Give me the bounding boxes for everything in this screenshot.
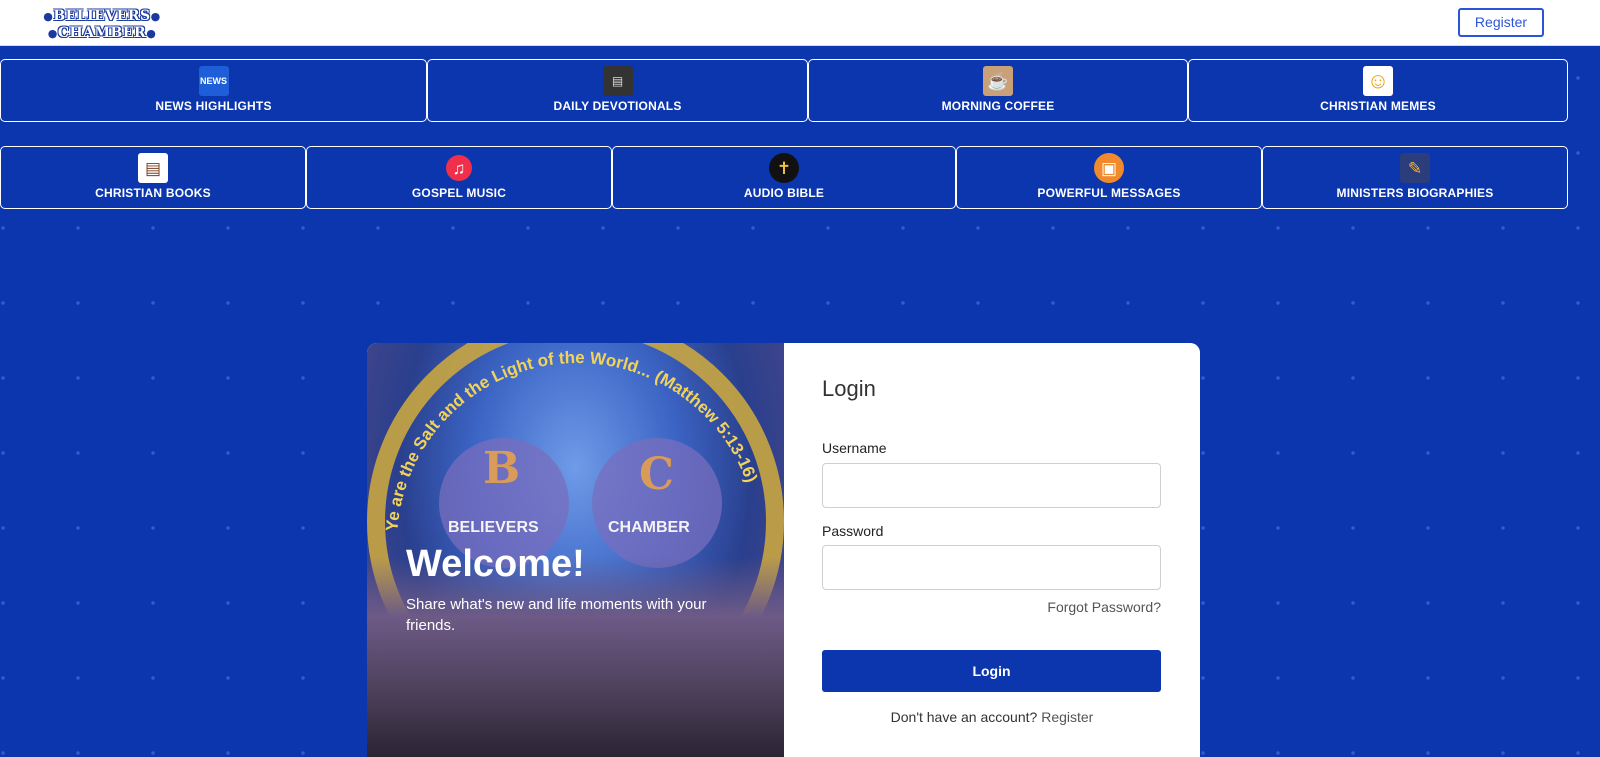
register-link[interactable]: Register	[1041, 709, 1093, 725]
login-card: Ye are the Salt and the Light of the Wor…	[367, 343, 1200, 757]
devotional-book-icon: ▤	[602, 66, 633, 96]
category-label: POWERFUL MESSAGES	[1037, 186, 1181, 200]
forgot-password-link[interactable]: Forgot Password?	[1047, 599, 1161, 615]
signup-prompt: Don't have an account? Register	[784, 709, 1200, 725]
headphones-bible-icon: ✝	[769, 153, 799, 183]
login-title: Login	[822, 376, 876, 401]
category-powerful-messages[interactable]: ▣ POWERFUL MESSAGES	[956, 146, 1262, 209]
category-label: MINISTERS BIOGRAPHIES	[1336, 186, 1494, 200]
hero-letter-right: C	[639, 449, 675, 500]
notebook-pen-icon: ✎	[1400, 153, 1430, 183]
password-label: Password	[822, 523, 884, 539]
password-input[interactable]	[822, 545, 1161, 590]
coffee-cup-icon: ☕	[983, 66, 1013, 96]
logo-line-1: BELIEVERS	[53, 8, 151, 24]
hero-crowd-photo	[367, 557, 784, 757]
category-label: CHRISTIAN MEMES	[1320, 99, 1436, 113]
username-input[interactable]	[822, 463, 1161, 508]
top-navbar: ●BELIEVERS● ●CHAMBER● Register	[0, 0, 1600, 46]
category-label: CHRISTIAN BOOKS	[95, 186, 211, 200]
category-gospel-music[interactable]: ♫ GOSPEL MUSIC	[306, 146, 612, 209]
header-register-button[interactable]: Register	[1458, 8, 1544, 37]
category-label: MORNING COFFEE	[941, 99, 1055, 113]
login-form: Login Username Password Forgot Password?…	[784, 343, 1200, 757]
hero-badge-right-text: CHAMBER	[608, 519, 690, 536]
hero-letter-left: B	[483, 443, 521, 494]
category-label: GOSPEL MUSIC	[411, 186, 507, 200]
pulpit-icon: ▣	[1094, 153, 1124, 183]
signup-text: Don't have an account?	[890, 709, 1038, 725]
username-label: Username	[822, 440, 887, 456]
category-christian-memes[interactable]: ☺ CHRISTIAN MEMES	[1188, 59, 1568, 122]
music-note-icon: ♫	[446, 155, 472, 181]
category-morning-coffee[interactable]: ☕ MORNING COFFEE	[808, 59, 1188, 122]
welcome-title: Welcome!	[406, 543, 585, 585]
category-label: DAILY DEVOTIONALS	[553, 99, 682, 113]
category-audio-bible[interactable]: ✝ AUDIO BIBLE	[612, 146, 956, 209]
welcome-hero-image: Ye are the Salt and the Light of the Wor…	[367, 343, 784, 757]
logo-line-2: CHAMBER	[57, 25, 147, 41]
category-label: AUDIO BIBLE	[743, 186, 825, 200]
hero-badge-left-text: BELIEVERS	[448, 519, 539, 536]
books-stack-icon: ▤	[138, 153, 168, 183]
laughing-emoji-icon: ☺	[1363, 66, 1393, 96]
welcome-subtitle: Share what's new and life moments with y…	[406, 596, 707, 634]
category-news-highlights[interactable]: NEWS NEWS HIGHLIGHTS	[0, 59, 427, 122]
breaking-news-icon: NEWS	[198, 66, 229, 96]
category-ministers-biographies[interactable]: ✎ MINISTERS BIOGRAPHIES	[1262, 146, 1568, 209]
category-daily-devotionals[interactable]: ▤ DAILY DEVOTIONALS	[427, 59, 808, 122]
brand-logo[interactable]: ●BELIEVERS● ●CHAMBER●	[38, 8, 166, 44]
login-button[interactable]: Login	[822, 650, 1161, 692]
category-christian-books[interactable]: ▤ CHRISTIAN BOOKS	[0, 146, 306, 209]
category-label: NEWS HIGHLIGHTS	[155, 99, 272, 113]
